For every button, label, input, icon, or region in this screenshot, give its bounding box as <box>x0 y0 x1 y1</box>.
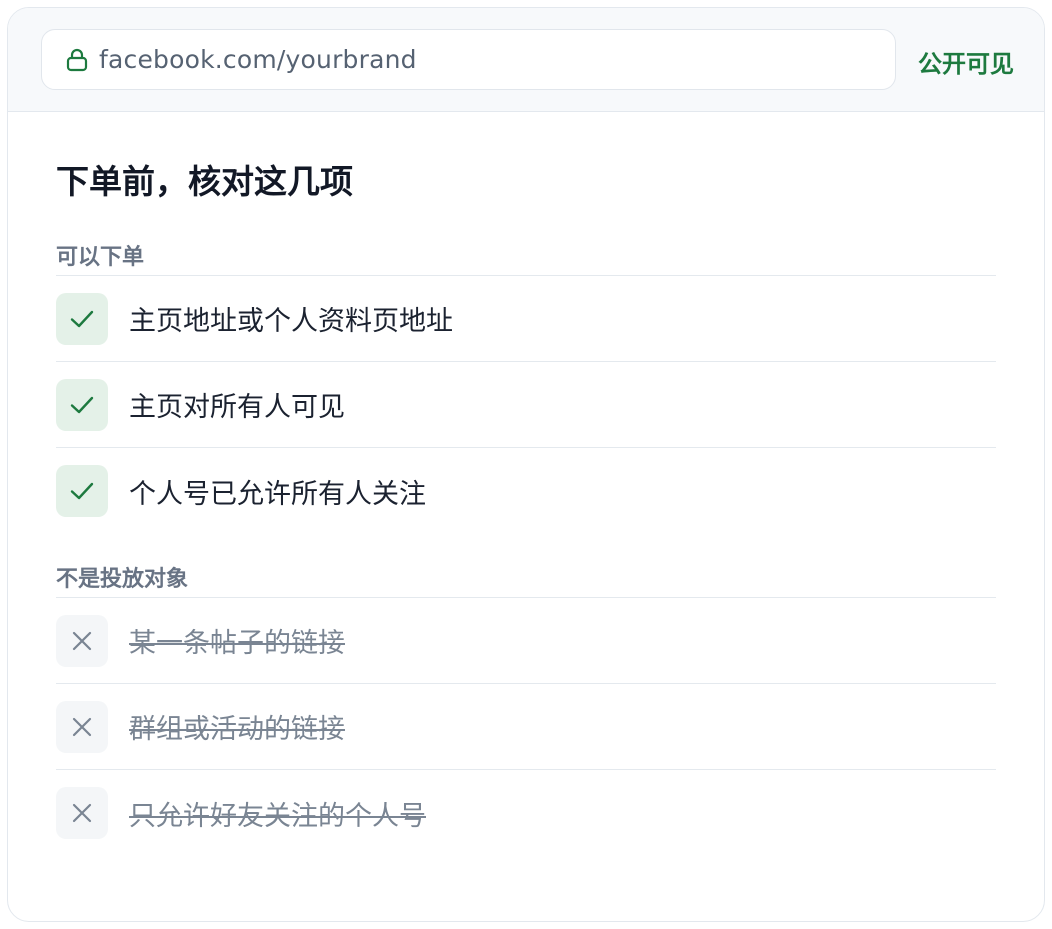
list-item: 某一条帖子的链接 <box>56 598 996 684</box>
checklist-title: 下单前，核对这几项 <box>56 162 353 201</box>
check-icon <box>56 292 108 345</box>
list-item-label: 群组或活动的链接 <box>129 714 345 745</box>
list-item-label: 某一条帖子的链接 <box>129 628 345 659</box>
checklist-card: facebook.com/yourbrand 公开可见 下单前，核对这几项 可以… <box>7 7 1045 922</box>
url-field[interactable]: facebook.com/yourbrand <box>41 29 896 90</box>
cross-icon <box>56 700 108 753</box>
rejected-section-label: 不是投放对象 <box>56 562 996 598</box>
visibility-status: 公开可见 <box>918 50 1014 78</box>
list-item: 群组或活动的链接 <box>56 684 996 770</box>
check-icon <box>56 378 108 431</box>
lock-icon <box>64 46 90 74</box>
list-item-label: 主页对所有人可见 <box>129 392 345 423</box>
list-item: 个人号已允许所有人关注 <box>56 448 996 534</box>
checklist-content: 下单前，核对这几项 可以下单 主页地址或个人资料页地址 主页对所有人可见 个人号… <box>56 158 996 856</box>
accepted-section-label: 可以下单 <box>56 240 996 276</box>
url-text: facebook.com/yourbrand <box>99 45 417 74</box>
cross-icon <box>56 787 108 839</box>
list-item-label: 主页地址或个人资料页地址 <box>129 306 453 337</box>
list-item: 只允许好友关注的个人号 <box>56 770 996 856</box>
list-item: 主页地址或个人资料页地址 <box>56 276 996 362</box>
check-icon <box>56 465 108 517</box>
cross-icon <box>56 614 108 667</box>
list-item-label: 只允许好友关注的个人号 <box>129 800 426 832</box>
list-item: 主页对所有人可见 <box>56 362 996 448</box>
address-bar-area: facebook.com/yourbrand 公开可见 <box>8 8 1044 112</box>
list-item-label: 个人号已允许所有人关注 <box>129 478 426 510</box>
